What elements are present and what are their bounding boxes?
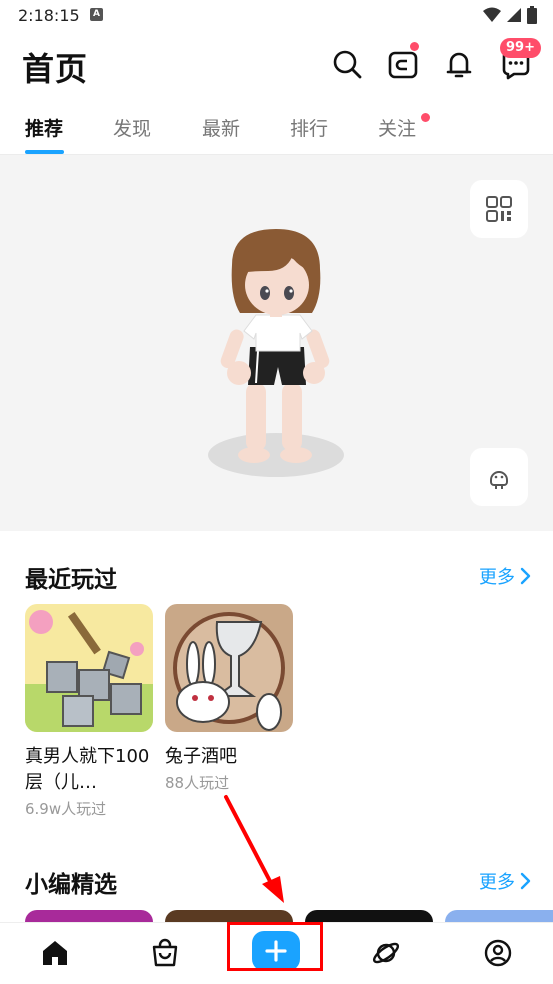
signal-icon — [507, 8, 521, 22]
tab-following[interactable]: 关注 — [378, 114, 416, 141]
nav-shop[interactable] — [145, 933, 185, 973]
tab-discover[interactable]: 发现 — [113, 114, 151, 141]
status-icons — [483, 6, 537, 24]
search-icon[interactable] — [329, 46, 365, 82]
wifi-icon — [483, 7, 501, 22]
status-time: 2:18:15 — [18, 6, 80, 25]
tab-latest[interactable]: 最新 — [202, 114, 240, 141]
tab-bar: 推荐 发现 最新 排行 关注 — [0, 100, 553, 155]
avatar-showcase — [0, 155, 553, 531]
tab-indicator — [25, 150, 64, 154]
avatar-edit-button[interactable] — [470, 448, 528, 506]
recent-section-title: 最近玩过 — [25, 567, 117, 593]
shopping-bag-icon — [152, 938, 178, 967]
battery-icon — [527, 6, 537, 24]
game-card[interactable]: 真男人就下100层（儿… 6.9w人玩过 — [25, 604, 153, 819]
following-dot — [421, 113, 430, 122]
wallet-icon[interactable] — [385, 46, 421, 82]
more-label: 更多 — [479, 567, 515, 588]
picks-more-link[interactable]: 更多 — [479, 868, 531, 894]
notification-icon: A — [90, 8, 103, 21]
person-icon — [490, 471, 508, 489]
game-thumbnail — [25, 604, 153, 732]
home-icon — [43, 941, 67, 965]
nav-home[interactable] — [35, 933, 75, 973]
page-title: 首页 — [22, 50, 89, 88]
chevron-right-icon — [520, 872, 531, 890]
wallet-dot — [410, 42, 419, 51]
annotation-highlight-box — [227, 922, 323, 971]
game-name: 兔子酒吧 — [165, 746, 237, 767]
tab-recommended[interactable]: 推荐 — [25, 114, 63, 141]
profile-icon — [484, 939, 512, 967]
more-label: 更多 — [479, 872, 515, 893]
game-thumbnail — [165, 604, 293, 732]
planet-icon — [372, 942, 400, 964]
tab-ranking[interactable]: 排行 — [290, 114, 328, 141]
picks-section-title: 小编精选 — [25, 872, 117, 898]
bell-icon[interactable] — [441, 46, 477, 82]
recent-more-link[interactable]: 更多 — [479, 563, 531, 589]
game-name: 真男人就下100层（儿… — [25, 746, 150, 793]
game-card[interactable]: 兔子酒吧 88人玩过 — [165, 604, 293, 793]
nav-profile[interactable] — [478, 933, 518, 973]
game-play-count: 88人玩过 — [165, 774, 230, 792]
chevron-right-icon — [520, 567, 531, 585]
nav-explore[interactable] — [366, 933, 406, 973]
game-play-count: 6.9w人玩过 — [25, 800, 107, 818]
header: 首页 — [0, 32, 553, 98]
messages-badge: 99+ — [500, 38, 541, 58]
status-bar: 2:18:15 A — [0, 0, 553, 32]
